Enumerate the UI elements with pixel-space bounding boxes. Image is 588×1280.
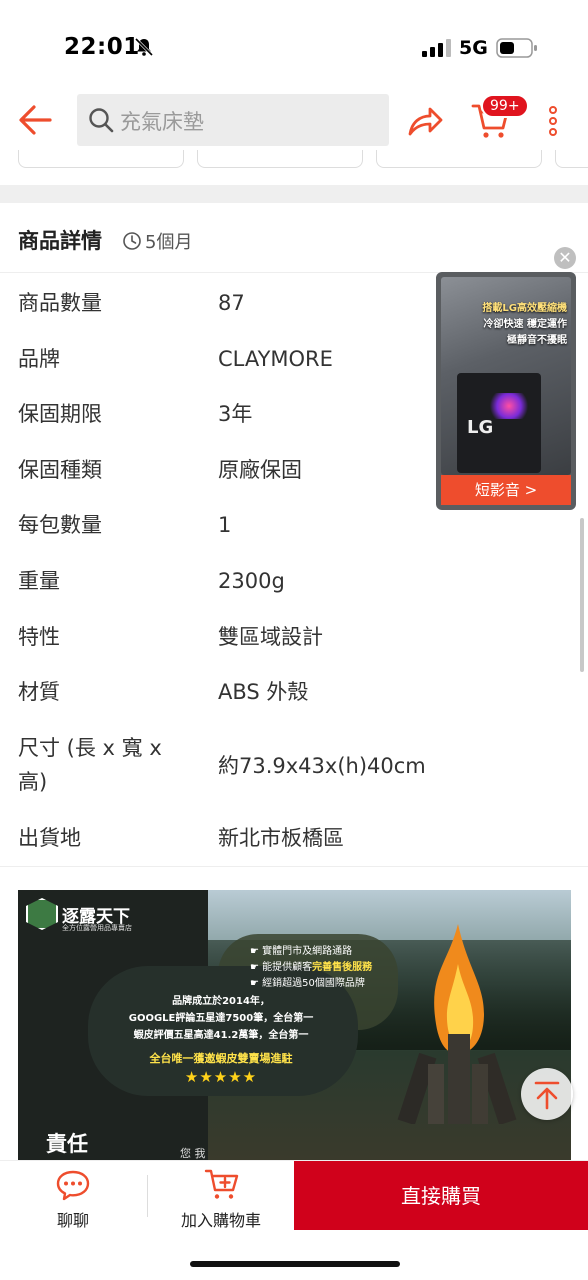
spec-label: 保固期限 bbox=[18, 402, 102, 426]
option-chip[interactable] bbox=[376, 150, 542, 168]
scrollbar[interactable] bbox=[580, 518, 584, 672]
lg-logo: LG bbox=[467, 417, 494, 438]
option-chip[interactable] bbox=[555, 150, 588, 168]
spec-value: 1 bbox=[218, 513, 232, 537]
listing-age: 5個月 bbox=[145, 232, 193, 253]
banner-text: GOOGLE評論五星達7500筆，全台第一 bbox=[128, 1013, 314, 1024]
store-promo-banner: 逐露天下 全方位露營用品專賣店 ☛ 實體門市及網路通路 ☛ 能提供顧客完善售後服… bbox=[18, 890, 571, 1160]
chat-button[interactable]: 聊聊 bbox=[0, 1161, 146, 1231]
status-bar: 22:01 5G bbox=[0, 0, 588, 86]
spec-label-line2: 高) bbox=[18, 770, 48, 794]
banner-small-text: 您 我 bbox=[180, 1147, 206, 1160]
spec-label: 品牌 bbox=[18, 347, 60, 371]
compressor-image: LG bbox=[457, 373, 541, 473]
option-chip[interactable] bbox=[18, 150, 184, 168]
spec-value: 原廠保固 bbox=[218, 458, 302, 482]
close-icon: ✕ bbox=[558, 248, 572, 267]
spec-value[interactable]: CLAYMORE bbox=[218, 342, 333, 376]
spec-label: 出貨地 bbox=[18, 826, 81, 850]
more-options-icon[interactable] bbox=[543, 104, 563, 138]
video-caption: 極靜音不擾眠 bbox=[507, 335, 567, 346]
search-icon bbox=[89, 108, 114, 133]
chat-icon bbox=[56, 1170, 90, 1201]
spec-label: 商品數量 bbox=[18, 291, 102, 315]
buy-now-label: 直接購買 bbox=[401, 1184, 481, 1208]
add-cart-icon bbox=[204, 1169, 239, 1199]
short-video-label: 短影音 > bbox=[474, 481, 538, 499]
battery-icon bbox=[496, 38, 537, 58]
cart-count-badge: 99+ bbox=[481, 94, 529, 118]
store-subtitle: 全方位露營用品專賣店 bbox=[62, 924, 132, 932]
feature-item: ☛ 實體門市及網路通路 bbox=[250, 946, 353, 957]
product-details-header: 商品詳情 5個月 bbox=[0, 203, 588, 273]
banner-text: 蝦皮評價五星高達41.2萬筆，全台第一 bbox=[133, 1030, 309, 1041]
divider bbox=[0, 866, 588, 867]
close-video-button[interactable]: ✕ bbox=[554, 247, 576, 269]
feature-item: ☛ 經銷超過50個國際品牌 bbox=[250, 978, 365, 989]
option-chip[interactable] bbox=[197, 150, 363, 168]
bottom-action-bar: 聊聊 加入購物車 直接購買 bbox=[0, 1160, 588, 1231]
spec-value: 3年 bbox=[218, 402, 253, 426]
video-caption: 冷卻快速 穩定運作 bbox=[483, 319, 567, 330]
scroll-to-top-button[interactable] bbox=[521, 1068, 573, 1120]
short-video-button[interactable]: 短影音 > bbox=[441, 475, 571, 505]
share-icon[interactable] bbox=[404, 102, 444, 140]
spec-label: 每包數量 bbox=[18, 513, 102, 537]
banner-highlight: 全台唯一獲邀蝦皮雙賣場進駐 bbox=[149, 1052, 293, 1065]
clock-icon bbox=[123, 232, 141, 250]
back-arrow-icon[interactable] bbox=[16, 102, 56, 138]
buy-now-button[interactable]: 直接購買 bbox=[294, 1161, 588, 1231]
campfire-image bbox=[397, 924, 517, 1124]
silent-bell-icon bbox=[134, 37, 154, 57]
search-bar[interactable]: 充氣床墊 bbox=[77, 94, 389, 146]
video-caption: 搭載LG高效壓縮機 bbox=[482, 303, 567, 314]
home-indicator[interactable] bbox=[190, 1261, 400, 1267]
search-placeholder: 充氣床墊 bbox=[120, 110, 204, 134]
add-to-cart-label: 加入購物車 bbox=[180, 1211, 261, 1230]
add-to-cart-button[interactable]: 加入購物車 bbox=[148, 1161, 294, 1231]
spec-value: 2300g bbox=[218, 569, 285, 593]
chat-label: 聊聊 bbox=[56, 1211, 89, 1230]
spec-value: 新北市板橋區 bbox=[218, 826, 344, 850]
network-type: 5G bbox=[459, 37, 488, 59]
status-time: 22:01 bbox=[64, 34, 140, 60]
spec-value: 約73.9x43x(h)40cm bbox=[218, 754, 426, 778]
top-nav: 充氣床墊 99+ bbox=[0, 86, 588, 156]
feature-item: ☛ 能提供顧客完善售後服務 bbox=[250, 962, 373, 973]
video-thumbnail: 搭載LG高效壓縮機 冷卻快速 穩定運作 極靜音不擾眠 LG bbox=[441, 277, 571, 475]
short-video-widget[interactable]: 搭載LG高效壓縮機 冷卻快速 穩定運作 極靜音不擾眠 LG 短影音 > bbox=[436, 272, 576, 510]
signal-icon bbox=[422, 39, 451, 57]
spec-label: 保固種類 bbox=[18, 458, 102, 482]
spec-label: 特性 bbox=[18, 625, 60, 649]
feature-highlight: 完善售後服務 bbox=[312, 962, 373, 973]
spec-value: ABS 外殼 bbox=[218, 680, 309, 704]
star-rating: ★★★★★ bbox=[184, 1068, 258, 1086]
spec-label: 材質 bbox=[18, 680, 60, 704]
spec-label: 尺寸 (長 x 寬 x bbox=[18, 736, 162, 760]
spec-value: 87 bbox=[218, 291, 245, 315]
spec-value: 雙區域設計 bbox=[218, 625, 323, 649]
details-title: 商品詳情 bbox=[18, 229, 102, 253]
arrow-up-icon bbox=[534, 1081, 560, 1110]
spec-label: 重量 bbox=[18, 569, 60, 593]
section-divider bbox=[0, 185, 588, 203]
banner-text: 品牌成立於2014年， bbox=[172, 996, 270, 1007]
banner-bottom-text: 責任 bbox=[46, 1132, 88, 1156]
